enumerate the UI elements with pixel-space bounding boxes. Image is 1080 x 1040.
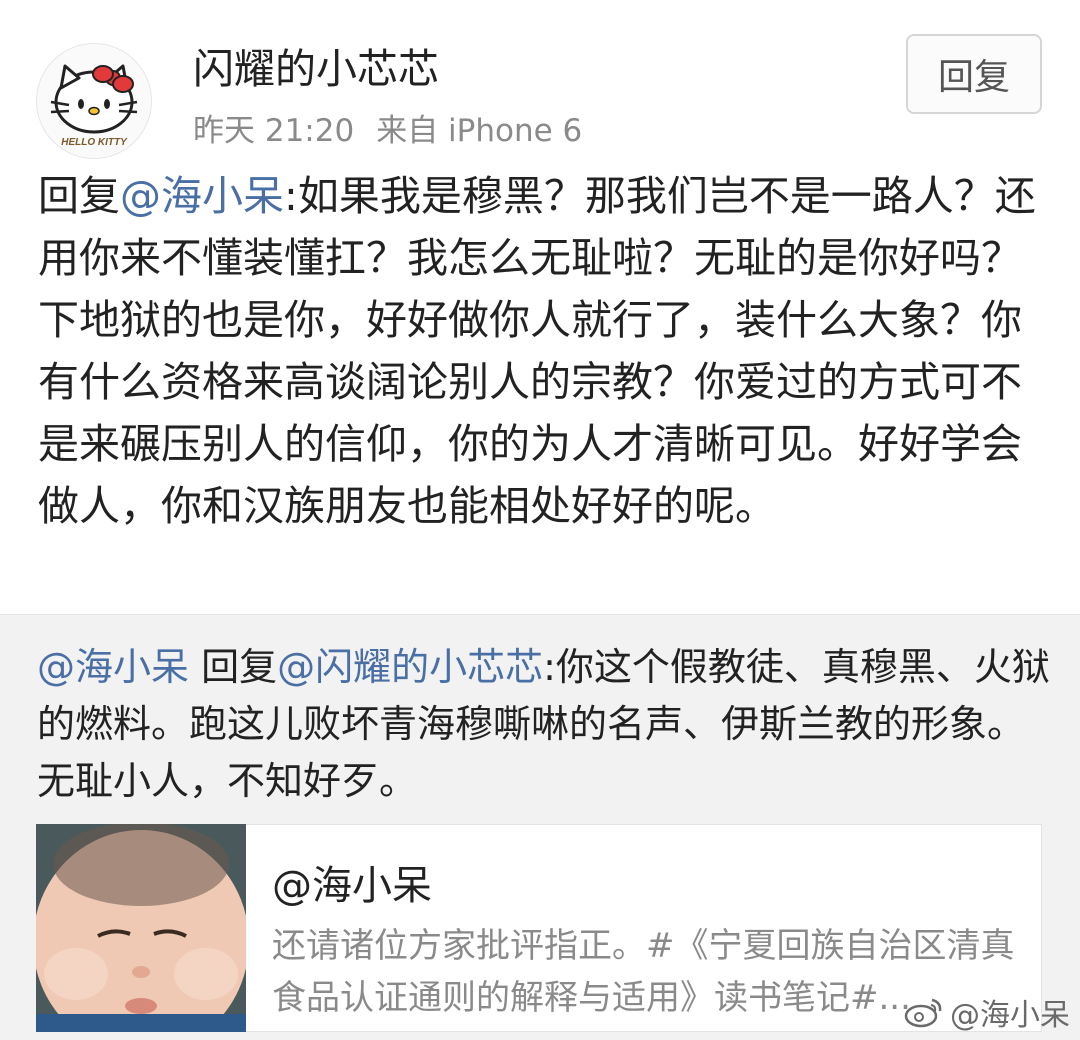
avatar-logo-text: HELLO KITTY (61, 137, 128, 148)
quoted-target-mention[interactable]: @闪耀的小芯芯 (277, 645, 543, 689)
quoted-reply-word: 回复 (189, 645, 278, 689)
comment-text: :如果我是穆黑？那我们岂不是一路人？还用你来不懂装懂扛？我怎么无耻啦？无耻的是你… (38, 172, 1036, 530)
quoted-author-mention[interactable]: @海小呆 (37, 645, 189, 689)
hello-kitty-icon: HELLO KITTY (50, 64, 138, 148)
comment-body: 回复@海小呆:如果我是穆黑？那我们岂不是一路人？还用你来不懂装懂扛？我怎么无耻啦… (38, 165, 1048, 537)
card-thumbnail (36, 824, 246, 1032)
quoted-comment[interactable]: @海小呆 回复@闪耀的小芯芯:你这个假教徒、真穆黑、火狱的燃料。跑这儿败坏青海穆… (0, 614, 1080, 1040)
post-time: 昨天 21:20 (193, 113, 355, 149)
weibo-watermark: @海小呆 (904, 990, 1070, 1034)
mention-link[interactable]: @海小呆 (120, 172, 284, 220)
reply-prefix: 回复 (38, 172, 120, 220)
reply-button[interactable]: 回复 (906, 34, 1042, 114)
weibo-icon (904, 998, 942, 1028)
user-avatar[interactable]: HELLO KITTY (36, 43, 152, 159)
quoted-text-block: @海小呆 回复@闪耀的小芯芯:你这个假教徒、真穆黑、火狱的燃料。跑这儿败坏青海穆… (37, 639, 1052, 810)
post-source: 来自 iPhone 6 (376, 113, 583, 149)
post-meta: 昨天 21:20 来自 iPhone 6 (193, 113, 582, 150)
card-title: @海小呆 (272, 863, 432, 909)
baby-photo-icon (36, 824, 246, 1032)
comment-post: HELLO KITTY 闪耀的小芯芯 昨天 21:20 来自 iPhone 6 回… (0, 0, 1080, 612)
username[interactable]: 闪耀的小芯芯 (193, 45, 439, 94)
original-post-card[interactable]: @海小呆 还请诸位方家批评指正。#《宁夏回族自治区清真食品认证通则的解释与适用》… (36, 824, 1042, 1032)
watermark-text: @海小呆 (950, 998, 1070, 1033)
